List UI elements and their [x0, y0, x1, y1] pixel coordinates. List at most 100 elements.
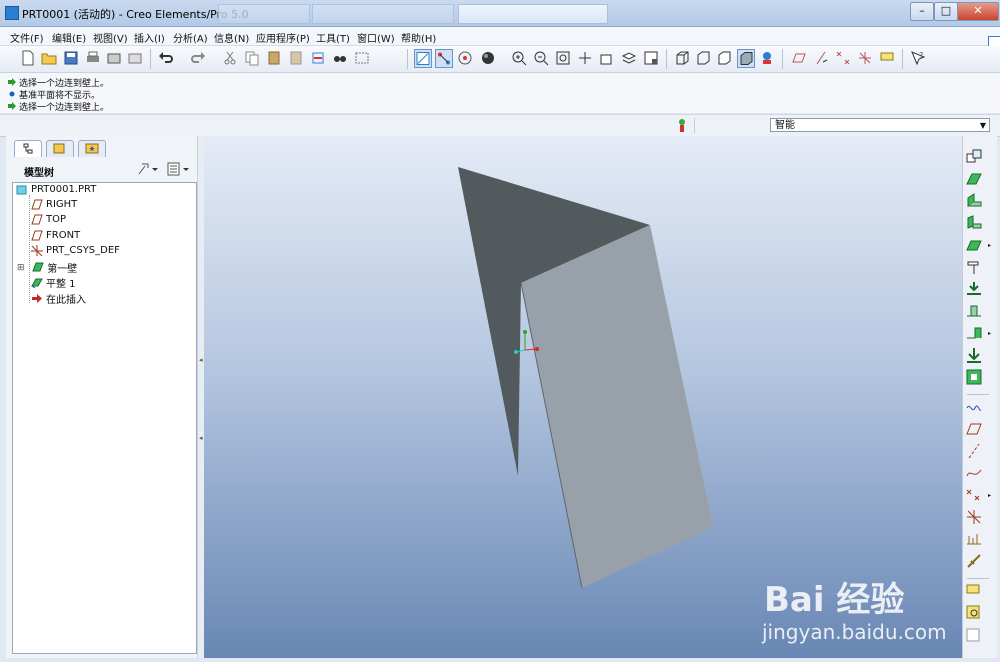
spin-center-icon[interactable] [435, 49, 453, 68]
print-icon[interactable] [85, 50, 101, 66]
repaint-icon[interactable] [414, 49, 432, 68]
extend-wall-icon[interactable] [965, 236, 983, 254]
save-icon[interactable] [63, 50, 79, 66]
regenerate-icon[interactable] [310, 50, 326, 66]
tree-item-flat-wall[interactable]: 平整 1 [31, 275, 76, 290]
tree-item-first-wall[interactable]: ⊞ 第一壁 [17, 260, 77, 275]
close-button[interactable]: ✕ [957, 2, 999, 21]
annotation-feature-icon[interactable] [965, 582, 983, 600]
insert-shared-data-icon[interactable] [965, 552, 983, 570]
menu-applications[interactable]: 应用程序(P) [256, 30, 310, 45]
find-icon[interactable] [332, 50, 348, 66]
background-window-tab[interactable] [218, 4, 310, 24]
bend-icon[interactable] [965, 324, 983, 342]
model-tree-tab[interactable] [14, 140, 42, 157]
datum-plane-tool-icon[interactable] [965, 420, 983, 438]
csys-tool-icon[interactable] [965, 508, 983, 526]
background-window-tab[interactable] [458, 4, 608, 24]
paste-special-icon[interactable] [288, 50, 304, 66]
undo-icon[interactable] [158, 50, 174, 66]
more-options-arrow-icon[interactable]: ▸ [988, 242, 991, 249]
refit-icon[interactable] [555, 50, 571, 66]
hidden-line-icon[interactable] [695, 50, 711, 66]
paste-icon[interactable] [266, 50, 282, 66]
front-wall-face[interactable] [521, 225, 713, 588]
maximize-button[interactable]: □ [934, 2, 958, 21]
table-tool-icon[interactable] [965, 626, 983, 644]
datum-axis-tool-icon[interactable] [965, 442, 983, 460]
unbend-icon[interactable] [965, 346, 983, 364]
collapse-handle-icon[interactable]: ◂ [199, 434, 203, 442]
note-tool-icon[interactable] [965, 604, 983, 622]
menu-window[interactable]: 窗口(W) [357, 30, 395, 45]
selection-filter-value: 智能 [775, 120, 795, 131]
datum-planes-toggle-icon[interactable] [791, 50, 807, 66]
orient-mode-icon[interactable] [457, 50, 473, 66]
datum-point-tool-icon[interactable] [965, 486, 983, 504]
expand-icon[interactable]: ⊞ [17, 263, 25, 273]
toolbar-separator [407, 49, 408, 69]
menu-edit[interactable]: 编辑(E) [52, 30, 86, 45]
background-window-tab[interactable] [312, 4, 454, 24]
csys-icon [31, 245, 43, 256]
flat-wall-tool-icon[interactable] [965, 170, 983, 188]
tree-show-icon[interactable] [166, 162, 192, 176]
flat-pattern-icon[interactable] [965, 368, 983, 386]
regeneration-status-icon[interactable] [677, 118, 687, 133]
more-options-arrow-icon[interactable]: ▸ [988, 492, 991, 499]
zoom-out-icon[interactable] [533, 50, 549, 66]
convert-to-sheetmetal-icon[interactable] [965, 148, 983, 166]
datum-axes-toggle-icon[interactable] [813, 50, 829, 66]
layers-icon[interactable] [621, 50, 637, 66]
context-help-icon[interactable]: ? [910, 50, 926, 66]
more-options-arrow-icon[interactable]: ▸ [988, 330, 991, 337]
flange-wall-icon[interactable] [965, 192, 983, 210]
tree-item-csys[interactable]: PRT_CSYS_DEF [31, 245, 120, 260]
shading-icon[interactable] [737, 49, 755, 68]
datum-points-toggle-icon[interactable] [835, 50, 851, 66]
tree-item-right[interactable]: RIGHT [31, 199, 77, 214]
new-file-icon[interactable] [20, 50, 36, 66]
tree-item-part[interactable]: PRT0001.PRT [16, 184, 96, 199]
menu-insert[interactable]: 插入(I) [134, 30, 165, 45]
saved-views-icon[interactable] [599, 50, 615, 66]
menu-view[interactable]: 视图(V) [93, 30, 128, 45]
send-mail-icon[interactable] [106, 50, 122, 66]
cut-icon[interactable] [222, 50, 238, 66]
reorient-icon[interactable] [577, 50, 593, 66]
csys-toggle-icon[interactable] [857, 50, 873, 66]
annotations-toggle-icon[interactable] [879, 50, 895, 66]
appearance-gallery-icon[interactable] [480, 50, 496, 66]
redo-icon[interactable] [190, 50, 206, 66]
datum-curve-tool-icon[interactable] [965, 464, 983, 482]
sketch-tool-icon[interactable] [965, 398, 983, 416]
model-display-icon[interactable] [759, 50, 775, 66]
unattached-wall-icon[interactable] [965, 214, 983, 232]
view-manager-icon[interactable] [643, 50, 659, 66]
notch-punch-icon[interactable] [965, 280, 983, 298]
menu-tools[interactable]: 工具(T) [316, 30, 350, 45]
copy-icon[interactable] [244, 50, 260, 66]
tree-item-insert-here[interactable]: 在此插入 [31, 291, 86, 306]
send-link-icon[interactable] [127, 50, 143, 66]
tree-settings-icon[interactable] [136, 162, 158, 176]
zoom-in-icon[interactable] [511, 50, 527, 66]
favorites-tab[interactable] [78, 140, 106, 157]
analysis-feature-icon[interactable] [965, 530, 983, 548]
open-folder-icon[interactable] [41, 50, 57, 66]
tree-item-front[interactable]: FRONT [31, 230, 80, 245]
selection-filter-dropdown[interactable]: 智能 ▼ [770, 118, 990, 132]
menu-file[interactable]: 文件(F) [10, 30, 44, 45]
tree-item-top[interactable]: TOP [31, 214, 66, 229]
cut-tool-icon[interactable] [965, 258, 983, 276]
menu-info[interactable]: 信息(N) [214, 30, 249, 45]
menu-help[interactable]: 帮助(H) [401, 30, 436, 45]
collapse-handle-icon[interactable]: ◂ [199, 356, 203, 364]
no-hidden-icon[interactable] [716, 50, 732, 66]
select-box-icon[interactable] [354, 50, 370, 66]
menu-analysis[interactable]: 分析(A) [173, 30, 208, 45]
wireframe-icon[interactable] [674, 50, 690, 66]
rip-icon[interactable] [965, 302, 983, 320]
layers-tab[interactable] [46, 140, 74, 157]
minimize-button[interactable]: – [910, 2, 934, 21]
